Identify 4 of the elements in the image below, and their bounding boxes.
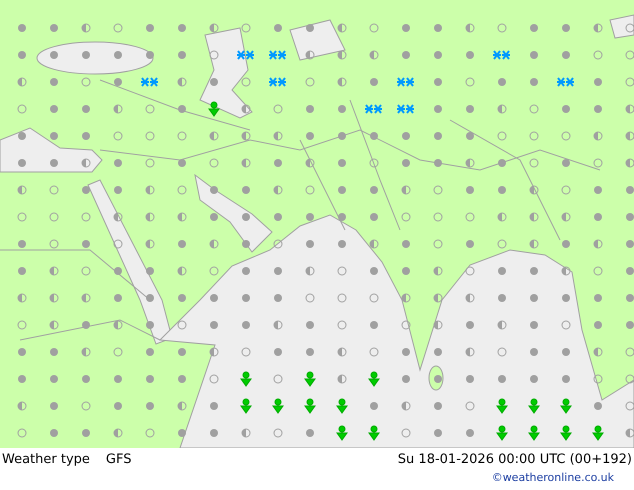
model-name: GFS <box>106 452 132 467</box>
credit-link[interactable]: ©weatheronline.co.uk <box>492 471 614 484</box>
forecast-datetime: Su 18-01-2026 00:00 UTC (00+192) <box>398 452 632 467</box>
map-title: Weather type <box>2 452 90 467</box>
